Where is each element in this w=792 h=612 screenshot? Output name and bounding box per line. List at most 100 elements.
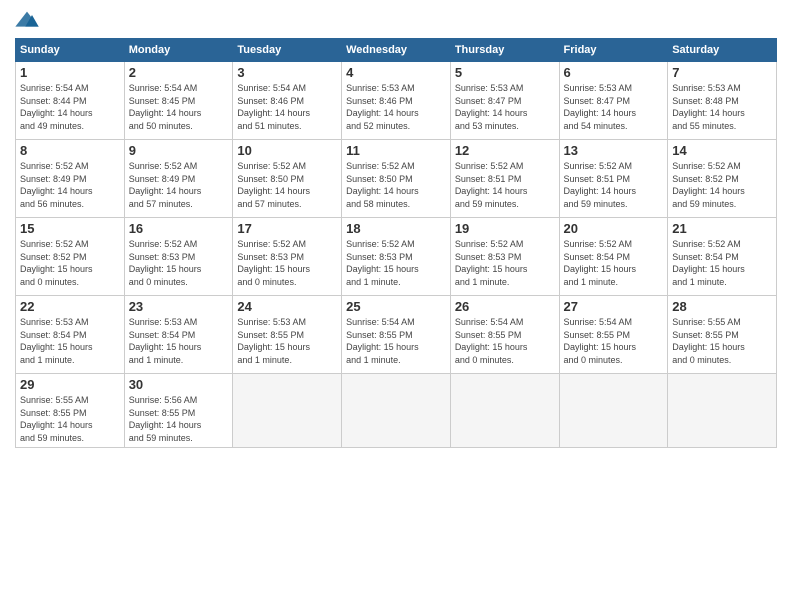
calendar-cell: 1 Sunrise: 5:54 AM Sunset: 8:44 PM Daylig… [16, 62, 125, 140]
calendar-cell: 18Sunrise: 5:52 AM Sunset: 8:53 PM Dayli… [342, 218, 451, 296]
page-header [15, 10, 777, 30]
calendar-week-row: 29 Sunrise: 5:55 AM Sunset: 8:55 PM Dayli… [16, 374, 777, 448]
calendar-cell: 17 Sunrise: 5:52 AM Sunset: 8:53 PM Dayli… [233, 218, 342, 296]
day-info: Sunrise: 5:52 AM Sunset: 8:50 PM Dayligh… [237, 160, 337, 210]
calendar-cell: 25Sunrise: 5:54 AM Sunset: 8:55 PM Dayli… [342, 296, 451, 374]
logo [15, 10, 41, 30]
day-info: Sunrise: 5:52 AM Sunset: 8:52 PM Dayligh… [672, 160, 772, 210]
day-info: Sunrise: 5:53 AM Sunset: 8:48 PM Dayligh… [672, 82, 772, 132]
day-info: Sunrise: 5:52 AM Sunset: 8:50 PM Dayligh… [346, 160, 446, 210]
day-number: 17 [237, 221, 337, 236]
day-info: Sunrise: 5:52 AM Sunset: 8:52 PM Dayligh… [20, 238, 120, 288]
day-number: 12 [455, 143, 555, 158]
day-number: 21 [672, 221, 772, 236]
calendar-cell: 20 Sunrise: 5:52 AM Sunset: 8:54 PM Dayli… [559, 218, 668, 296]
calendar-week-row: 22 Sunrise: 5:53 AM Sunset: 8:54 PM Dayli… [16, 296, 777, 374]
day-number: 27 [564, 299, 664, 314]
calendar-cell: 9 Sunrise: 5:52 AM Sunset: 8:49 PM Daylig… [124, 140, 233, 218]
day-info: Sunrise: 5:54 AM Sunset: 8:44 PM Dayligh… [20, 82, 120, 132]
weekday-header-saturday: Saturday [668, 39, 777, 62]
calendar-cell: 4 Sunrise: 5:53 AM Sunset: 8:46 PM Daylig… [342, 62, 451, 140]
calendar-table: SundayMondayTuesdayWednesdayThursdayFrid… [15, 38, 777, 448]
day-number: 3 [237, 65, 337, 80]
calendar-cell: 27 Sunrise: 5:54 AM Sunset: 8:55 PM Dayli… [559, 296, 668, 374]
calendar-cell: 29 Sunrise: 5:55 AM Sunset: 8:55 PM Dayli… [16, 374, 125, 448]
calendar-cell: 19 Sunrise: 5:52 AM Sunset: 8:53 PM Dayli… [450, 218, 559, 296]
day-info: Sunrise: 5:54 AM Sunset: 8:55 PM Dayligh… [455, 316, 555, 366]
day-info: Sunrise: 5:52 AM Sunset: 8:49 PM Dayligh… [20, 160, 120, 210]
calendar-week-row: 8 Sunrise: 5:52 AM Sunset: 8:49 PM Daylig… [16, 140, 777, 218]
day-number: 25 [346, 299, 446, 314]
day-number: 10 [237, 143, 337, 158]
calendar-cell [668, 374, 777, 448]
calendar-cell: 3 Sunrise: 5:54 AM Sunset: 8:46 PM Daylig… [233, 62, 342, 140]
day-number: 9 [129, 143, 229, 158]
day-info: Sunrise: 5:52 AM Sunset: 8:51 PM Dayligh… [564, 160, 664, 210]
day-info: Sunrise: 5:54 AM Sunset: 8:46 PM Dayligh… [237, 82, 337, 132]
day-number: 18 [346, 221, 446, 236]
calendar-cell [342, 374, 451, 448]
day-number: 5 [455, 65, 555, 80]
day-info: Sunrise: 5:52 AM Sunset: 8:54 PM Dayligh… [564, 238, 664, 288]
day-number: 24 [237, 299, 337, 314]
calendar-cell: 14Sunrise: 5:52 AM Sunset: 8:52 PM Dayli… [668, 140, 777, 218]
day-number: 19 [455, 221, 555, 236]
calendar-cell: 2 Sunrise: 5:54 AM Sunset: 8:45 PM Daylig… [124, 62, 233, 140]
day-info: Sunrise: 5:54 AM Sunset: 8:55 PM Dayligh… [564, 316, 664, 366]
calendar-cell [450, 374, 559, 448]
calendar-cell: 30 Sunrise: 5:56 AM Sunset: 8:55 PM Dayli… [124, 374, 233, 448]
day-info: Sunrise: 5:52 AM Sunset: 8:54 PM Dayligh… [672, 238, 772, 288]
day-number: 2 [129, 65, 229, 80]
calendar-cell: 16 Sunrise: 5:52 AM Sunset: 8:53 PM Dayli… [124, 218, 233, 296]
calendar-cell: 10 Sunrise: 5:52 AM Sunset: 8:50 PM Dayli… [233, 140, 342, 218]
calendar-cell: 24 Sunrise: 5:53 AM Sunset: 8:55 PM Dayli… [233, 296, 342, 374]
day-info: Sunrise: 5:52 AM Sunset: 8:51 PM Dayligh… [455, 160, 555, 210]
calendar-cell: 8 Sunrise: 5:52 AM Sunset: 8:49 PM Daylig… [16, 140, 125, 218]
day-number: 11 [346, 143, 446, 158]
calendar-cell: 11 Sunrise: 5:52 AM Sunset: 8:50 PM Dayli… [342, 140, 451, 218]
day-number: 4 [346, 65, 446, 80]
day-number: 23 [129, 299, 229, 314]
day-info: Sunrise: 5:53 AM Sunset: 8:47 PM Dayligh… [455, 82, 555, 132]
day-number: 29 [20, 377, 120, 392]
weekday-header-thursday: Thursday [450, 39, 559, 62]
day-info: Sunrise: 5:53 AM Sunset: 8:47 PM Dayligh… [564, 82, 664, 132]
day-number: 20 [564, 221, 664, 236]
weekday-header-wednesday: Wednesday [342, 39, 451, 62]
day-number: 8 [20, 143, 120, 158]
calendar-cell: 13Sunrise: 5:52 AM Sunset: 8:51 PM Dayli… [559, 140, 668, 218]
day-number: 26 [455, 299, 555, 314]
day-info: Sunrise: 5:52 AM Sunset: 8:53 PM Dayligh… [129, 238, 229, 288]
calendar-cell: 12 Sunrise: 5:52 AM Sunset: 8:51 PM Dayli… [450, 140, 559, 218]
calendar-header-row: SundayMondayTuesdayWednesdayThursdayFrid… [16, 39, 777, 62]
calendar-cell: 22 Sunrise: 5:53 AM Sunset: 8:54 PM Dayli… [16, 296, 125, 374]
day-info: Sunrise: 5:53 AM Sunset: 8:54 PM Dayligh… [20, 316, 120, 366]
calendar-cell: 5 Sunrise: 5:53 AM Sunset: 8:47 PM Daylig… [450, 62, 559, 140]
day-info: Sunrise: 5:52 AM Sunset: 8:53 PM Dayligh… [237, 238, 337, 288]
calendar-cell [559, 374, 668, 448]
day-number: 22 [20, 299, 120, 314]
day-number: 1 [20, 65, 120, 80]
day-number: 16 [129, 221, 229, 236]
day-number: 28 [672, 299, 772, 314]
calendar-cell: 6 Sunrise: 5:53 AM Sunset: 8:47 PM Daylig… [559, 62, 668, 140]
calendar-cell: 21 Sunrise: 5:52 AM Sunset: 8:54 PM Dayli… [668, 218, 777, 296]
day-info: Sunrise: 5:53 AM Sunset: 8:46 PM Dayligh… [346, 82, 446, 132]
day-number: 15 [20, 221, 120, 236]
calendar-cell: 28Sunrise: 5:55 AM Sunset: 8:55 PM Dayli… [668, 296, 777, 374]
day-number: 6 [564, 65, 664, 80]
weekday-header-monday: Monday [124, 39, 233, 62]
calendar-week-row: 15 Sunrise: 5:52 AM Sunset: 8:52 PM Dayli… [16, 218, 777, 296]
calendar-week-row: 1 Sunrise: 5:54 AM Sunset: 8:44 PM Daylig… [16, 62, 777, 140]
calendar-cell: 7Sunrise: 5:53 AM Sunset: 8:48 PM Daylig… [668, 62, 777, 140]
day-info: Sunrise: 5:53 AM Sunset: 8:54 PM Dayligh… [129, 316, 229, 366]
day-info: Sunrise: 5:54 AM Sunset: 8:45 PM Dayligh… [129, 82, 229, 132]
logo-icon [15, 10, 39, 30]
day-info: Sunrise: 5:52 AM Sunset: 8:53 PM Dayligh… [455, 238, 555, 288]
day-info: Sunrise: 5:56 AM Sunset: 8:55 PM Dayligh… [129, 394, 229, 444]
day-number: 30 [129, 377, 229, 392]
day-info: Sunrise: 5:55 AM Sunset: 8:55 PM Dayligh… [20, 394, 120, 444]
day-info: Sunrise: 5:53 AM Sunset: 8:55 PM Dayligh… [237, 316, 337, 366]
day-info: Sunrise: 5:52 AM Sunset: 8:49 PM Dayligh… [129, 160, 229, 210]
weekday-header-tuesday: Tuesday [233, 39, 342, 62]
